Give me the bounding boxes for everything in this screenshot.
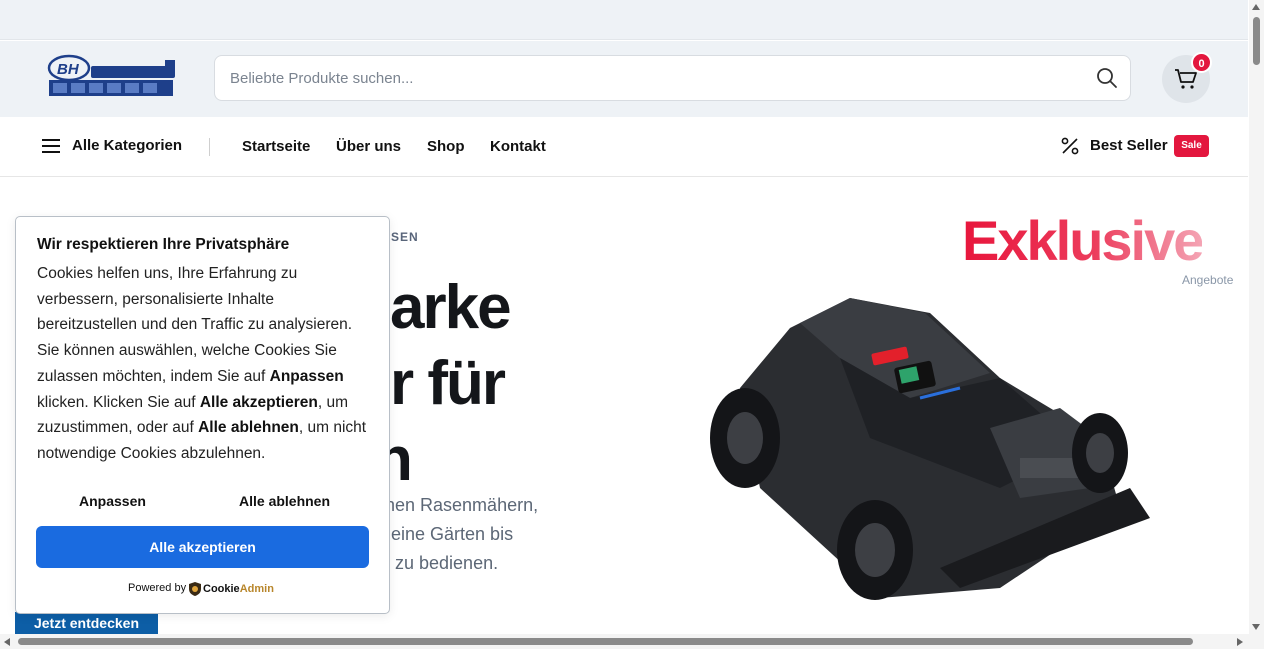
horizontal-scrollbar[interactable] [0,634,1264,649]
cookieadmin-shield-icon [189,582,201,596]
cart-icon [1175,69,1197,89]
cookie-title: Wir respektieren Ihre Privatsphäre [37,236,290,253]
all-categories-button[interactable]: Alle Kategorien [72,137,182,154]
scroll-left-arrow-icon[interactable] [4,638,10,646]
robot-lawn-mower-image [710,298,1150,600]
cookie-accept-all-button[interactable]: Alle akzeptieren [36,526,369,568]
cookie-customize-button[interactable]: Anpassen [79,493,146,509]
top-strip [0,0,1248,40]
company-logo[interactable]: BH [47,54,177,98]
promo-subtitle: Angebote [1182,273,1234,287]
nav-divider [209,138,210,156]
nav-link-kontakt[interactable]: Kontakt [490,138,546,155]
nav-link-shop[interactable]: Shop [427,138,465,155]
vertical-scroll-thumb[interactable] [1253,17,1260,65]
svg-text:BH: BH [57,61,80,78]
cookie-consent-dialog: Wir respektieren Ihre Privatsphäre Cooki… [15,216,390,614]
powered-by-label: Powered by [128,582,187,594]
search-bar [214,55,1131,101]
cart-count-badge-overlay: 0 [1191,52,1212,73]
nav-link-ueber-uns[interactable]: Über uns [336,138,401,155]
search-icon[interactable] [1096,67,1118,89]
cookie-description: Cookies helfen uns, Ihre Erfahrung zu ve… [37,265,367,462]
header: BH [0,41,1248,117]
scroll-down-arrow-icon[interactable] [1252,624,1260,630]
hamburger-menu-icon[interactable] [42,138,60,154]
cookie-reject-all-button[interactable]: Alle ablehnen [239,493,330,509]
sale-badge: Sale [1174,135,1209,157]
scroll-up-arrow-icon[interactable] [1252,4,1260,10]
nav-link-startseite[interactable]: Startseite [242,138,310,155]
cookieadmin-brand[interactable]: CookieAdmin [203,583,274,595]
best-seller-link[interactable]: Best Seller [1090,137,1168,154]
discover-now-button[interactable]: Jetzt entdecken [15,612,158,634]
percent-icon [1061,137,1079,155]
scroll-right-arrow-icon[interactable] [1237,638,1243,646]
search-input[interactable] [230,56,1090,100]
vertical-scrollbar[interactable] [1249,0,1264,635]
main-navigation: Alle Kategorien Startseite Über uns Shop… [0,117,1248,177]
promo-title: Exklusive [962,209,1204,272]
horizontal-scroll-thumb[interactable] [18,638,1193,645]
